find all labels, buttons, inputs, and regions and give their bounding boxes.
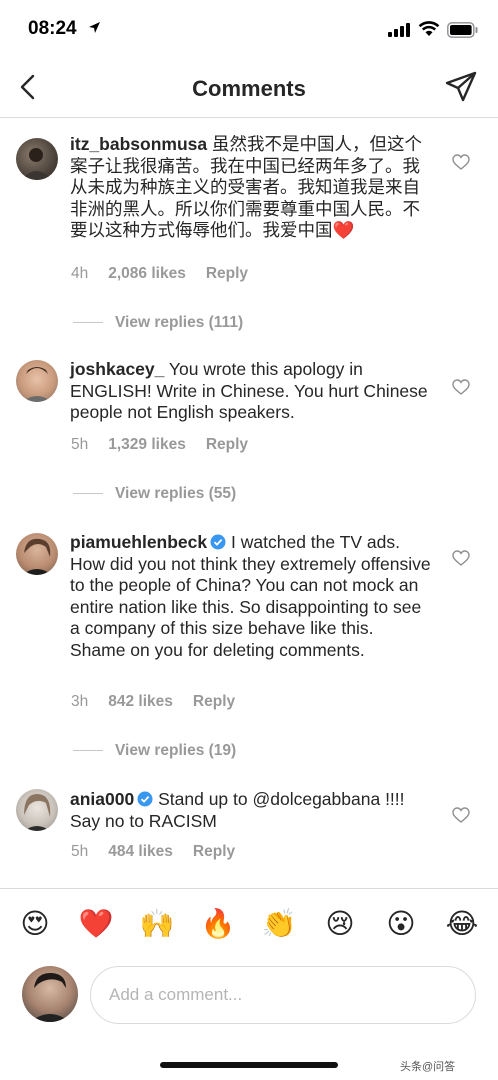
- likes-count[interactable]: 484 likes: [108, 843, 173, 860]
- emoji-raising-hands[interactable]: 🙌: [139, 907, 175, 941]
- location-arrow-icon: [89, 22, 100, 33]
- comment-time: 5h: [71, 436, 89, 453]
- comment-username[interactable]: ania000: [70, 789, 134, 809]
- likes-count[interactable]: 1,329 likes: [108, 436, 186, 453]
- comment-composer: [0, 962, 498, 1032]
- comment-time: 5h: [71, 843, 89, 860]
- comment-meta: 5h 1,329 likes Reply: [71, 436, 268, 454]
- emoji-tears-of-joy[interactable]: 😂: [444, 907, 480, 941]
- like-heart-icon[interactable]: [452, 550, 470, 566]
- verified-badge-icon: [137, 791, 153, 807]
- comment-username[interactable]: itz_babsonmusa: [70, 134, 207, 154]
- comment-meta: 3h 842 likes Reply: [71, 693, 255, 711]
- status-bar: 08:24: [0, 0, 498, 60]
- avatar[interactable]: [16, 789, 58, 831]
- view-replies-button[interactable]: View replies (111): [73, 314, 243, 332]
- view-replies-label: View replies (111): [115, 314, 244, 331]
- reply-button[interactable]: Reply: [193, 843, 235, 860]
- avatar[interactable]: [16, 138, 58, 180]
- comment-meta: 4h 2,086 likes Reply: [71, 265, 268, 283]
- comment-time: 3h: [71, 693, 89, 710]
- view-replies-button[interactable]: View replies (55): [73, 485, 236, 503]
- home-indicator[interactable]: [160, 1062, 338, 1068]
- comment-meta: 5h 484 likes Reply: [71, 843, 255, 861]
- emoji-clapping[interactable]: 👏: [261, 907, 297, 941]
- divider-line: [73, 322, 103, 324]
- emoji-fire[interactable]: 🔥: [200, 907, 236, 941]
- signal-icon: [388, 23, 410, 37]
- reply-button[interactable]: Reply: [206, 436, 248, 453]
- like-heart-icon[interactable]: [452, 807, 470, 823]
- likes-count[interactable]: 842 likes: [108, 693, 173, 710]
- view-replies-label: View replies (19): [115, 742, 237, 759]
- view-replies-button[interactable]: View replies (19): [73, 742, 236, 760]
- like-heart-icon[interactable]: [452, 379, 470, 395]
- divider-line: [73, 750, 103, 752]
- comment-username[interactable]: joshkacey_: [70, 359, 164, 379]
- watermark: 头条@问答: [400, 1061, 456, 1073]
- divider-line: [73, 493, 103, 495]
- verified-badge-icon: [210, 534, 226, 550]
- view-replies-label: View replies (55): [115, 485, 237, 502]
- emoji-crying[interactable]: 😢: [322, 907, 358, 941]
- comment-username[interactable]: piamuehlenbeck: [70, 532, 207, 552]
- comment-input[interactable]: [90, 966, 476, 1024]
- reply-button[interactable]: Reply: [206, 265, 248, 282]
- emoji-quick-bar: 😍 ❤️ 🙌 🔥 👏 😢 😮 😂: [0, 888, 498, 962]
- emoji-red-heart[interactable]: ❤️: [78, 907, 114, 941]
- direct-share-icon[interactable]: [444, 70, 478, 104]
- reply-button[interactable]: Reply: [193, 693, 235, 710]
- my-avatar: [22, 966, 78, 1022]
- wifi-icon: [418, 21, 440, 36]
- status-time: 08:24: [28, 18, 77, 39]
- like-heart-icon[interactable]: [452, 154, 470, 170]
- page-title: Comments: [192, 76, 306, 101]
- battery-icon: [447, 22, 478, 38]
- comment-time: 4h: [71, 265, 89, 282]
- avatar[interactable]: [16, 533, 58, 575]
- likes-count[interactable]: 2,086 likes: [108, 265, 186, 282]
- emoji-surprised[interactable]: 😮: [383, 907, 419, 941]
- red-heart-emoji: ❤️: [332, 220, 355, 240]
- avatar[interactable]: [16, 360, 58, 402]
- emoji-heart-eyes[interactable]: 😍: [17, 907, 53, 941]
- header: Comments: [0, 60, 498, 118]
